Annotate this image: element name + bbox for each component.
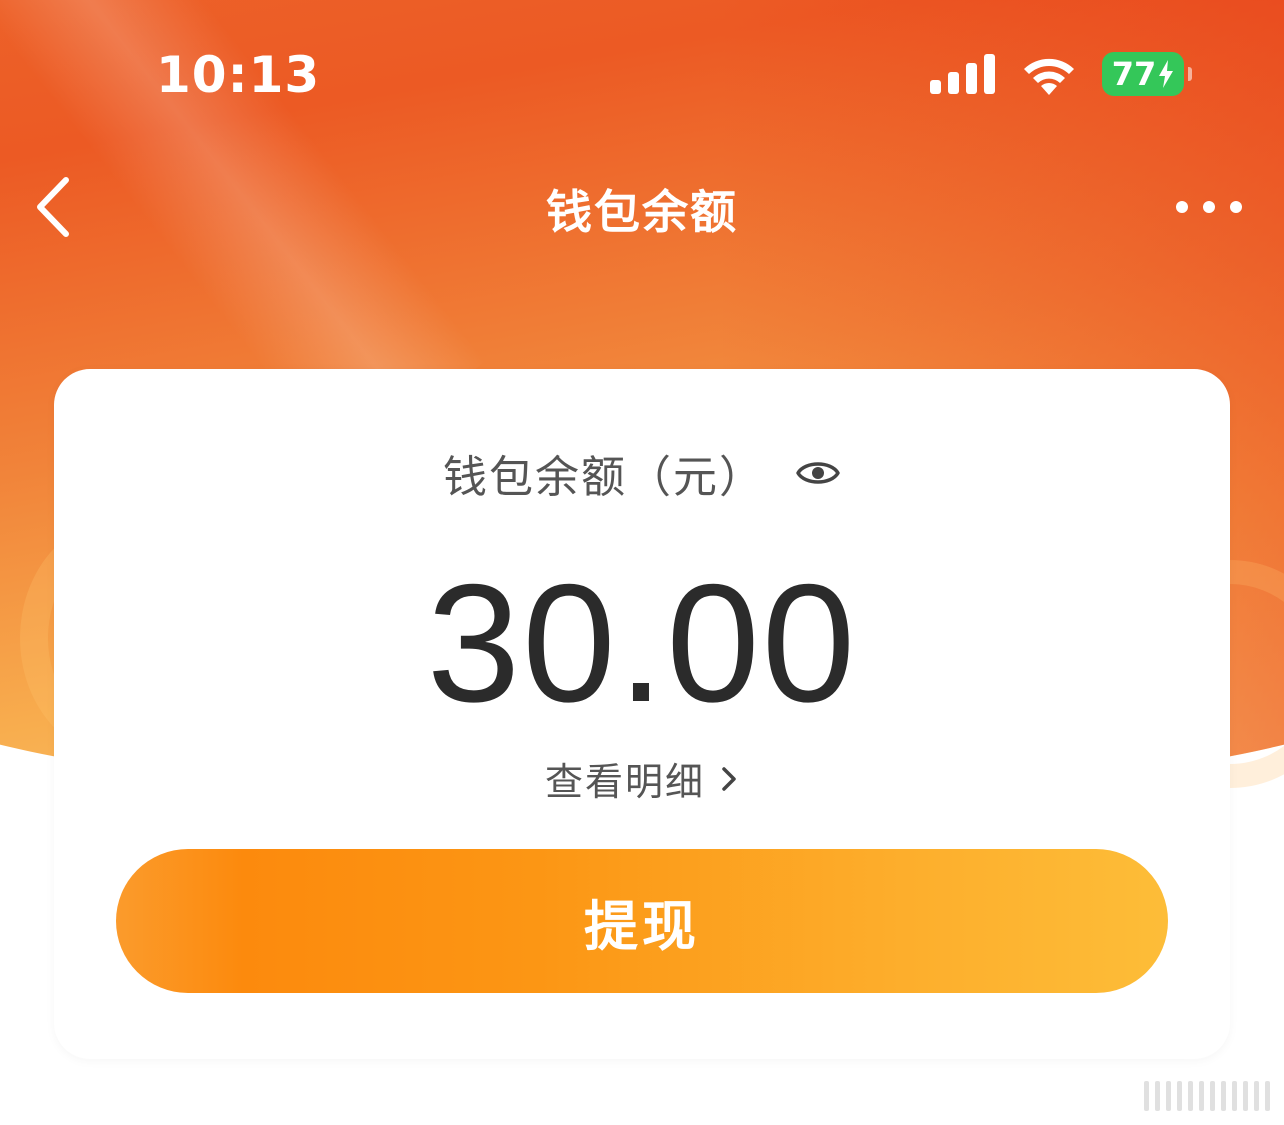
- balance-amount: 30.00: [426, 549, 858, 737]
- more-dots-icon[interactable]: [1174, 190, 1244, 224]
- wallet-screen: 10:13 77 钱包余额 钱包余额（元） 30.00 查看明细 提现: [0, 0, 1284, 1125]
- balance-label: 钱包余额（元）: [443, 452, 765, 503]
- withdraw-button[interactable]: 提现: [116, 849, 1168, 993]
- chevron-right-icon: [722, 766, 736, 791]
- battery-level: 77: [1111, 55, 1157, 93]
- balance-card: 钱包余额（元） 30.00 查看明细 提现: [54, 369, 1230, 1059]
- view-details-label: 查看明细: [544, 760, 705, 804]
- lightning-icon: [1159, 60, 1174, 88]
- battery-charging-icon: 77: [1102, 52, 1192, 96]
- eye-icon[interactable]: [795, 456, 841, 490]
- watermark-bars: [1144, 1081, 1270, 1111]
- status-time: 10:13: [156, 46, 321, 104]
- status-icons: 77: [930, 52, 1192, 96]
- signal-icon: [930, 54, 995, 94]
- view-details-link[interactable]: 查看明细: [54, 751, 1230, 806]
- page-title: 钱包余额: [546, 185, 738, 239]
- balance-label-row: 钱包余额（元）: [54, 441, 1230, 505]
- wifi-icon: [1024, 58, 1074, 95]
